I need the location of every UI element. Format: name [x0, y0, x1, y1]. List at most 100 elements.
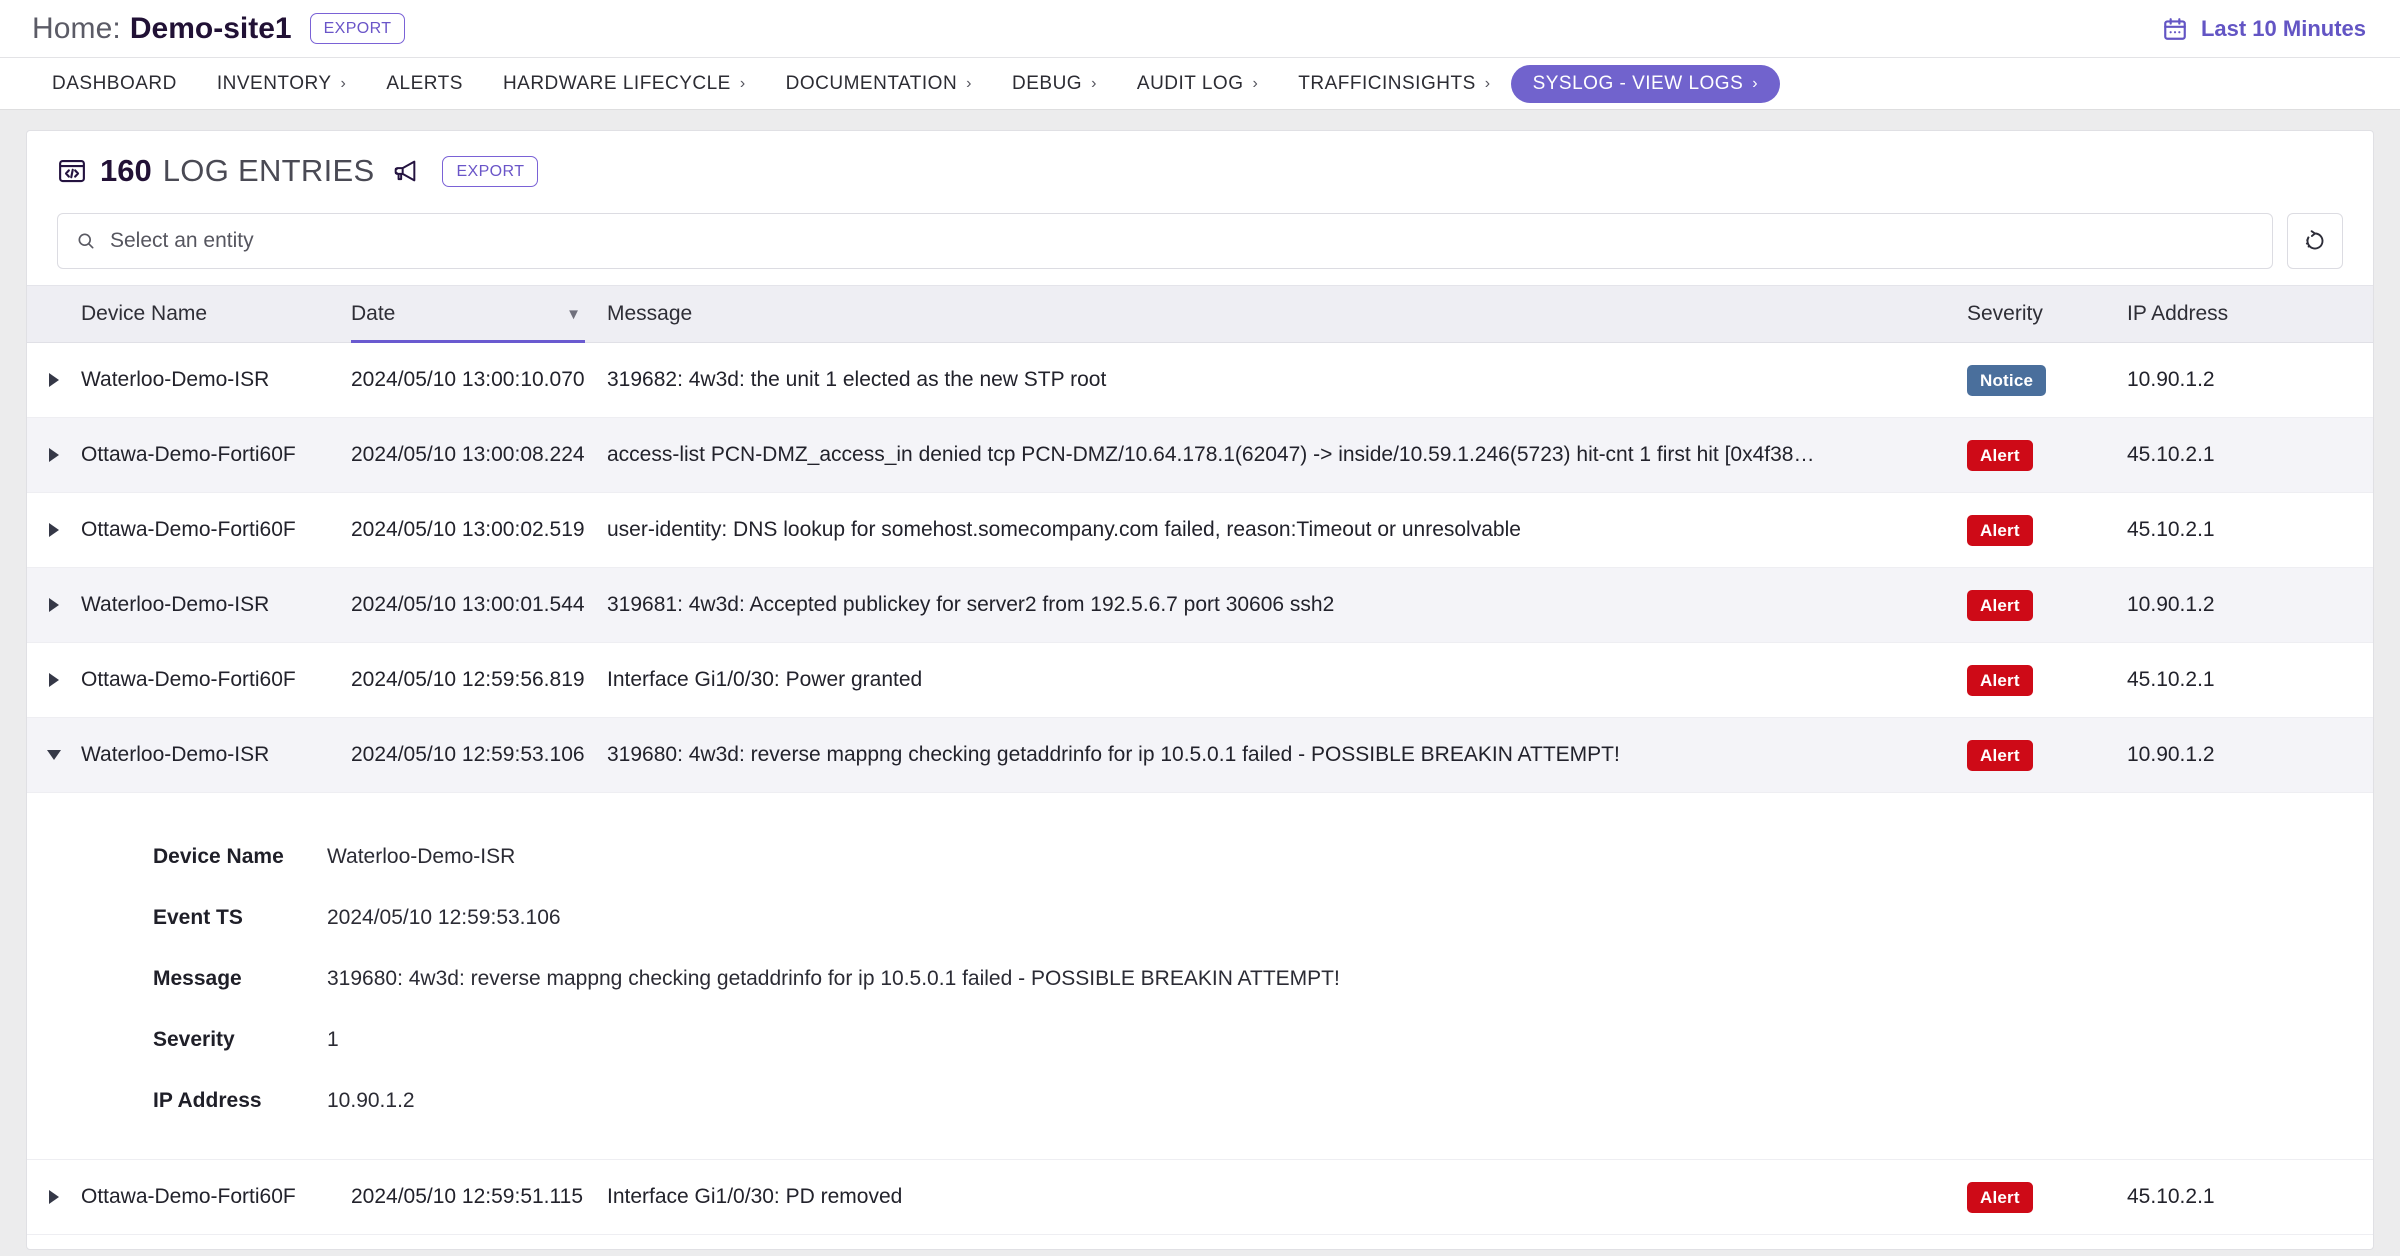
nav-item-label: DOCUMENTATION: [786, 73, 958, 95]
cell-message: 319680: 4w3d: reverse mappng checking ge…: [607, 743, 1967, 767]
cell-date: 2024/05/10 13:00:02.519: [351, 518, 607, 542]
column-header-message[interactable]: Message: [607, 286, 1967, 342]
log-entries-card: 160 LOG ENTRIES EXPORT: [26, 130, 2374, 1250]
cell-severity: Alert: [1967, 665, 2127, 696]
table-row[interactable]: Waterloo-Demo-ISR2024/05/10 13:00:01.544…: [27, 568, 2374, 643]
chevron-right-icon: ›: [1752, 76, 1758, 92]
detail-field-value: 2024/05/10 12:59:53.106: [327, 906, 561, 930]
detail-field-value: Waterloo-Demo-ISR: [327, 845, 515, 869]
export-button-card[interactable]: EXPORT: [442, 156, 538, 187]
nav-item-syslog-view-logs[interactable]: SYSLOG - VIEW LOGS›: [1511, 65, 1781, 103]
export-button-header[interactable]: EXPORT: [310, 13, 406, 44]
status-badge: Alert: [1967, 440, 2033, 471]
status-badge: Notice: [1967, 365, 2046, 396]
cell-message: Interface Gi1/0/30: Power granted: [607, 668, 1967, 692]
top-bar: Home: Demo-site1 EXPORT Last 10 Minutes: [0, 0, 2400, 58]
detail-field: IP Address10.90.1.2: [27, 1089, 2374, 1113]
cell-device-name: Waterloo-Demo-ISR: [81, 743, 351, 767]
cell-ip-address: 10.90.1.2: [2127, 593, 2374, 617]
refresh-icon: [2303, 229, 2327, 253]
row-expand-toggle[interactable]: [27, 448, 81, 462]
caret-right-icon: [49, 1190, 59, 1204]
cell-device-name: Ottawa-Demo-Forti60F: [81, 1185, 351, 1209]
cell-ip-address: 10.90.1.2: [2127, 743, 2374, 767]
column-header-severity[interactable]: Severity: [1967, 286, 2127, 342]
status-badge: Alert: [1967, 590, 2033, 621]
search-icon: [76, 231, 96, 251]
row-collapse-toggle[interactable]: [27, 750, 81, 760]
table-row[interactable]: Waterloo-Demo-ISR2024/05/10 13:00:10.070…: [27, 343, 2374, 418]
chevron-right-icon: ›: [1485, 76, 1491, 92]
nav-item-inventory[interactable]: INVENTORY›: [197, 66, 367, 102]
status-badge: Alert: [1967, 515, 2033, 546]
time-range-selector[interactable]: Last 10 Minutes: [2162, 16, 2366, 42]
nav-item-label: INVENTORY: [217, 73, 332, 95]
search-row: [27, 203, 2373, 285]
cell-date: 2024/05/10 12:59:56.819: [351, 668, 607, 692]
row-detail-panel: Device NameWaterloo-Demo-ISREvent TS2024…: [27, 793, 2374, 1160]
nav-item-trafficinsights[interactable]: TRAFFICINSIGHTS ›: [1278, 66, 1510, 102]
time-range-label: Last 10 Minutes: [2201, 16, 2366, 42]
table-row[interactable]: Ottawa-Demo-Forti60F2024/05/10 13:00:02.…: [27, 493, 2374, 568]
row-expand-toggle[interactable]: [27, 523, 81, 537]
nav-item-documentation[interactable]: DOCUMENTATION›: [766, 66, 992, 102]
nav-item-hardware-lifecycle[interactable]: HARDWARE LIFECYCLE›: [483, 66, 766, 102]
search-input[interactable]: [110, 229, 2254, 253]
entity-search-box[interactable]: [57, 213, 2273, 269]
cell-date: 2024/05/10 12:59:53.106: [351, 743, 607, 767]
status-badge: Alert: [1967, 740, 2033, 771]
detail-field-value: 10.90.1.2: [327, 1089, 415, 1113]
row-expand-toggle[interactable]: [27, 1190, 81, 1204]
nav-item-dashboard[interactable]: DASHBOARD: [32, 66, 197, 102]
cell-message: access-list PCN-DMZ_access_in denied tcp…: [607, 443, 1967, 467]
nav-item-label: DASHBOARD: [52, 73, 177, 95]
table-row[interactable]: Ottawa-Demo-Forti60F2024/05/10 13:00:08.…: [27, 418, 2374, 493]
table-row[interactable]: Ottawa-Demo-Forti60F2024/05/10 12:59:56.…: [27, 643, 2374, 718]
cell-device-name: Ottawa-Demo-Forti60F: [81, 518, 351, 542]
cell-message: Interface Gi1/0/30: PD removed: [607, 1185, 1967, 1209]
log-entries-table: Device NameDate▼MessageSeverityIP Addres…: [27, 285, 2374, 1235]
cell-message: user-identity: DNS lookup for somehost.s…: [607, 518, 1967, 542]
cell-severity: Alert: [1967, 590, 2127, 621]
log-entry-count: 160: [100, 153, 152, 189]
cell-severity: Alert: [1967, 515, 2127, 546]
nav-item-label: ALERTS: [386, 73, 463, 95]
calendar-icon: [2162, 16, 2188, 42]
detail-field-label: Message: [27, 967, 327, 991]
column-header-ip[interactable]: IP Address: [2127, 286, 2374, 342]
cell-ip-address: 45.10.2.1: [2127, 443, 2374, 467]
nav-item-debug[interactable]: DEBUG›: [992, 66, 1117, 102]
cell-date: 2024/05/10 12:59:51.115: [351, 1185, 607, 1209]
row-expand-toggle[interactable]: [27, 598, 81, 612]
detail-field-value: 319680: 4w3d: reverse mappng checking ge…: [327, 967, 1340, 991]
table-row[interactable]: Waterloo-Demo-ISR2024/05/10 12:59:53.106…: [27, 718, 2374, 793]
detail-field-label: Event TS: [27, 906, 327, 930]
chevron-right-icon: ›: [1091, 76, 1097, 92]
refresh-button[interactable]: [2287, 213, 2343, 269]
column-header-label: Severity: [1967, 302, 2043, 326]
detail-field: Message319680: 4w3d: reverse mappng chec…: [27, 967, 2374, 1028]
nav-item-audit-log[interactable]: AUDIT LOG ›: [1117, 66, 1278, 102]
nav-item-label: TRAFFICINSIGHTS: [1298, 73, 1475, 95]
column-header-label: Device Name: [81, 302, 207, 326]
row-expand-toggle[interactable]: [27, 373, 81, 387]
cell-ip-address: 45.10.2.1: [2127, 1185, 2374, 1209]
column-header-label: IP Address: [2127, 302, 2228, 326]
status-badge: Alert: [1967, 665, 2033, 696]
sort-descending-icon[interactable]: ▼: [566, 307, 581, 322]
cell-date: 2024/05/10 13:00:10.070: [351, 368, 607, 392]
column-header-date[interactable]: Date▼: [351, 286, 607, 342]
detail-field: Device NameWaterloo-Demo-ISR: [27, 845, 2374, 906]
caret-right-icon: [49, 523, 59, 537]
column-header-device[interactable]: Device Name: [81, 286, 351, 342]
page-title: Demo-site1: [130, 12, 292, 46]
chevron-right-icon: ›: [1252, 76, 1258, 92]
cell-ip-address: 45.10.2.1: [2127, 668, 2374, 692]
table-row[interactable]: Ottawa-Demo-Forti60F2024/05/10 12:59:51.…: [27, 1160, 2374, 1235]
nav-item-label: AUDIT LOG: [1137, 73, 1244, 95]
cell-message: 319682: 4w3d: the unit 1 elected as the …: [607, 368, 1967, 392]
detail-field: Event TS2024/05/10 12:59:53.106: [27, 906, 2374, 967]
nav-item-alerts[interactable]: ALERTS: [366, 66, 483, 102]
row-expand-toggle[interactable]: [27, 673, 81, 687]
megaphone-icon[interactable]: [387, 157, 419, 185]
